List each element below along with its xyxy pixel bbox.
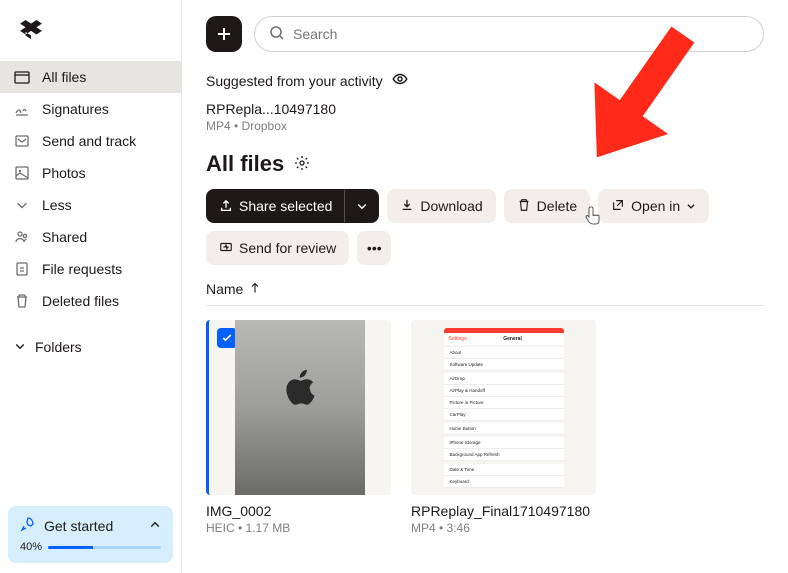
search-icon: [269, 25, 285, 44]
download-label: Download: [420, 198, 482, 214]
chevron-up-icon: [149, 518, 161, 534]
nav-label: File requests: [42, 261, 122, 277]
get-started-card[interactable]: Get started 40%: [8, 506, 173, 563]
gear-icon[interactable]: [294, 155, 310, 174]
send-review-button[interactable]: Send for review: [206, 231, 349, 265]
suggested-label: Suggested from your activity: [206, 73, 383, 89]
sort-asc-icon: [249, 281, 261, 297]
main-content: Suggested from your activity RPRepla...1…: [182, 0, 788, 573]
nav-label: Signatures: [42, 101, 109, 117]
nav-file-requests[interactable]: File requests: [0, 253, 181, 285]
folders-toggle[interactable]: Folders: [0, 331, 181, 363]
apple-logo-icon: [281, 365, 319, 414]
chevron-down-icon: [14, 197, 30, 213]
nav-photos[interactable]: Photos: [0, 157, 181, 189]
send-review-label: Send for review: [239, 240, 336, 256]
nav-label: Shared: [42, 229, 87, 245]
file-meta: HEIC • 1.17 MB: [206, 521, 391, 535]
settings-preview: SettingsGeneral About Software Update Ai…: [444, 328, 564, 488]
nav-deleted[interactable]: Deleted files: [0, 285, 181, 317]
eye-icon[interactable]: [391, 70, 409, 91]
checkbox-checked[interactable]: [217, 328, 237, 348]
folder-icon: [14, 69, 30, 85]
nav-send-track[interactable]: Send and track: [0, 125, 181, 157]
share-caret-button[interactable]: [345, 189, 379, 223]
chevron-down-icon: [14, 339, 26, 355]
open-in-button[interactable]: Open in: [598, 189, 709, 223]
progress-percent: 40%: [20, 541, 42, 553]
file-card[interactable]: SettingsGeneral About Software Update Ai…: [411, 320, 596, 535]
download-icon: [400, 198, 414, 215]
delete-button[interactable]: Delete: [504, 189, 590, 223]
suggested-file-name: RPRepla...10497180: [206, 101, 764, 117]
share-label: Share selected: [239, 198, 332, 214]
name-column-header[interactable]: Name: [206, 281, 764, 306]
suggested-card[interactable]: RPRepla...10497180 MP4 • Dropbox: [206, 101, 764, 133]
trash-icon: [14, 293, 30, 309]
file-thumbnail[interactable]: SettingsGeneral About Software Update Ai…: [411, 320, 596, 495]
nav-shared[interactable]: Shared: [0, 221, 181, 253]
photos-icon: [14, 165, 30, 181]
open-in-label: Open in: [631, 198, 680, 214]
add-button[interactable]: [206, 16, 242, 52]
nav-label: All files: [42, 69, 86, 85]
get-started-title: Get started: [44, 518, 113, 534]
nav-label: Less: [42, 197, 72, 213]
search-field[interactable]: [254, 16, 764, 52]
nav-label: Photos: [42, 165, 86, 181]
trash-icon: [517, 198, 531, 215]
open-icon: [611, 198, 625, 215]
shared-icon: [14, 229, 30, 245]
nav-less[interactable]: Less: [0, 189, 181, 221]
delete-label: Delete: [537, 198, 577, 214]
share-split-button: Share selected: [206, 189, 379, 223]
nav-label: Deleted files: [42, 293, 119, 309]
progress-bar: [48, 546, 161, 549]
page-title: All files: [206, 151, 284, 177]
search-input[interactable]: [293, 26, 749, 42]
suggested-header: Suggested from your activity: [206, 70, 764, 91]
file-name: RPReplay_Final1710497180: [411, 503, 596, 519]
review-icon: [219, 240, 233, 257]
rocket-icon: [20, 516, 36, 535]
file-meta: MP4 • 3:46: [411, 521, 596, 535]
send-icon: [14, 133, 30, 149]
signature-icon: [14, 101, 30, 117]
download-button[interactable]: Download: [387, 189, 495, 223]
file-thumbnail[interactable]: [206, 320, 391, 495]
more-actions-button[interactable]: •••: [357, 231, 391, 265]
dots-icon: •••: [367, 240, 382, 256]
file-name: IMG_0002: [206, 503, 391, 519]
folders-label: Folders: [35, 339, 82, 355]
chevron-down-icon: [686, 198, 696, 214]
nav-signatures[interactable]: Signatures: [0, 93, 181, 125]
file-card[interactable]: IMG_0002 HEIC • 1.17 MB: [206, 320, 391, 535]
share-selected-button[interactable]: Share selected: [206, 189, 345, 223]
nav-label: Send and track: [42, 133, 136, 149]
sidebar: All files Signatures Send and track Phot…: [0, 0, 182, 573]
nav-all-files[interactable]: All files: [0, 61, 181, 93]
file-request-icon: [14, 261, 30, 277]
col-name-label: Name: [206, 281, 243, 297]
suggested-file-meta: MP4 • Dropbox: [206, 119, 764, 133]
dropbox-logo: [20, 20, 181, 43]
